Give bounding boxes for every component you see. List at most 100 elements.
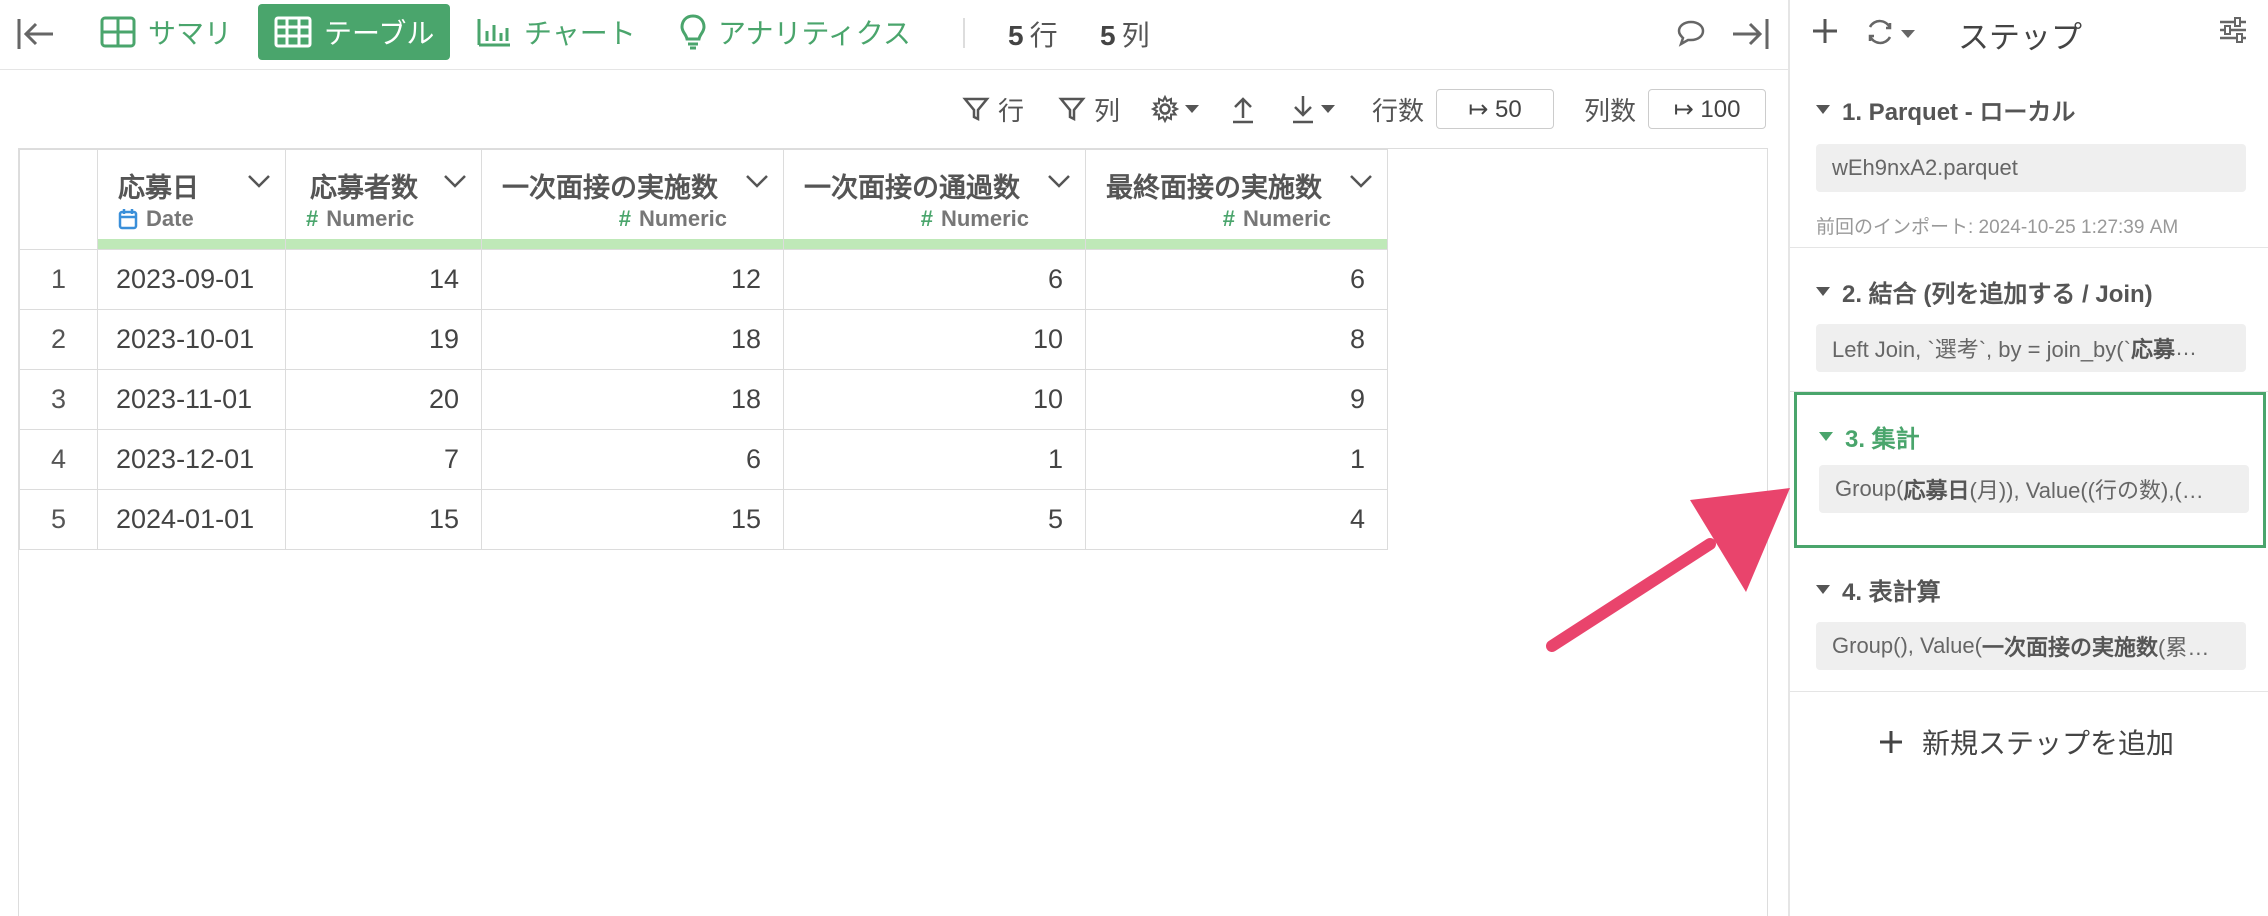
table-cell[interactable]: 2023-09-01 xyxy=(97,249,286,310)
column-name: 応募者数 xyxy=(310,173,418,203)
table-cell[interactable]: 20 xyxy=(285,369,482,430)
column-name: 一次面接の通過数 xyxy=(804,173,1020,203)
caret-down-icon xyxy=(1185,105,1199,113)
tab-analytics[interactable]: アナリティクス xyxy=(664,4,927,60)
column-filter-button[interactable]: 列 xyxy=(1058,86,1120,132)
table-cell[interactable]: 6 xyxy=(783,249,1086,310)
step-1[interactable]: 1. Parquet - ローカル wEh9nxA2.parquet 前回のイン… xyxy=(1790,66,2268,248)
table-cell[interactable]: 6 xyxy=(1085,249,1388,310)
calendar-icon xyxy=(118,209,138,230)
step-2[interactable]: 2. 結合 (列を追加する / Join) Left Join, `選考`, b… xyxy=(1790,248,2268,392)
chevron-down-icon[interactable] xyxy=(247,174,271,188)
tab-chart[interactable]: チャート xyxy=(460,4,652,60)
tab-table[interactable]: テーブル xyxy=(258,4,450,60)
table-cell[interactable]: 5 xyxy=(783,489,1086,550)
column-type: Date xyxy=(118,206,194,232)
collapse-left-icon[interactable] xyxy=(16,16,56,52)
table-row: 4 2023-12-01 7 6 1 1 xyxy=(19,429,1388,490)
step-detail[interactable]: Group(応募日 (月)), Value((行の数),(… xyxy=(1819,465,2249,513)
table-cell[interactable]: 8 xyxy=(1085,309,1388,370)
chevron-down-icon[interactable] xyxy=(1047,174,1071,188)
column-header-first-interview-count[interactable]: 一次面接の実施数 # Numeric xyxy=(481,149,784,250)
tab-summary-label: サマリ xyxy=(148,18,233,49)
column-type: # Numeric xyxy=(920,206,1029,231)
table-cell[interactable]: 2023-11-01 xyxy=(97,369,286,430)
table-cell[interactable]: 12 xyxy=(481,249,784,310)
column-header-applicants[interactable]: 応募者数 # Numeric xyxy=(285,149,482,250)
annotation-arrow-icon xyxy=(1546,488,1790,652)
steps-header: ステップ xyxy=(1790,0,2268,66)
step-3[interactable]: 3. 集計 Group(応募日 (月)), Value((行の数),(… xyxy=(1794,392,2266,548)
column-quality-bar xyxy=(286,239,481,249)
download-dropdown[interactable] xyxy=(1290,86,1336,132)
column-quality-bar xyxy=(482,239,783,249)
data-grid: 応募日 Date 応募者数 # Numeric 一次面接の実施数 # Numer… xyxy=(18,148,1768,916)
table-cell[interactable]: 18 xyxy=(481,309,784,370)
column-quality-bar xyxy=(1086,239,1387,249)
toolbar-divider xyxy=(963,18,965,48)
chevron-down-icon[interactable] xyxy=(443,174,467,188)
table-cell[interactable]: 15 xyxy=(285,489,482,550)
column-limit-input[interactable]: ↦ 100 xyxy=(1648,89,1767,129)
column-name: 応募日 xyxy=(118,173,199,203)
column-filter-label: 列 xyxy=(1094,95,1121,126)
data-table: 応募日 Date 応募者数 # Numeric 一次面接の実施数 # Numer… xyxy=(19,149,1388,550)
table-cell[interactable]: 2023-10-01 xyxy=(97,309,286,370)
table-cell[interactable]: 7 xyxy=(285,429,482,490)
table-cell[interactable]: 19 xyxy=(285,309,482,370)
table-cell[interactable]: 2023-12-01 xyxy=(97,429,286,490)
column-header-final-interview-count[interactable]: 最終面接の実施数 # Numeric xyxy=(1085,149,1388,250)
settings-dropdown[interactable] xyxy=(1150,86,1200,132)
step-title: 4. 表計算 xyxy=(1816,572,1941,607)
row-limit-control: 行数 ↦ 50 xyxy=(1372,86,1555,132)
chevron-down-icon[interactable] xyxy=(1349,174,1373,188)
step-title: 3. 集計 xyxy=(1819,419,1920,454)
column-header-first-interview-pass[interactable]: 一次面接の通過数 # Numeric xyxy=(783,149,1086,250)
column-count: 5列 xyxy=(1100,20,1150,51)
table-cell[interactable]: 9 xyxy=(1085,369,1388,430)
table-cell[interactable]: 1 xyxy=(1085,429,1388,490)
table-cell[interactable]: 4 xyxy=(1085,489,1388,550)
caret-down-icon[interactable] xyxy=(1900,28,1916,40)
settings-sliders-icon[interactable] xyxy=(2218,16,2248,44)
steps-sidebar: ステップ 1. Parquet - ローカル wEh9nxA2.parquet … xyxy=(1788,0,2268,916)
column-limit-label: 列数 xyxy=(1584,95,1637,126)
table-cell[interactable]: 2024-01-01 xyxy=(97,489,286,550)
upload-button[interactable] xyxy=(1230,86,1256,132)
table-cell[interactable]: 6 xyxy=(481,429,784,490)
step-detail[interactable]: wEh9nxA2.parquet xyxy=(1816,144,2246,192)
table-header-row: 応募日 Date 応募者数 # Numeric 一次面接の実施数 # Numer… xyxy=(19,149,1388,250)
filter-icon xyxy=(962,97,990,122)
download-icon xyxy=(1293,96,1313,124)
tab-summary[interactable]: サマリ xyxy=(84,4,248,60)
row-index: 3 xyxy=(19,369,98,430)
table-cell[interactable]: 14 xyxy=(285,249,482,310)
column-limit-control: 列数 ↦ 100 xyxy=(1584,86,1767,132)
add-icon[interactable] xyxy=(1810,16,1840,46)
collapse-right-icon[interactable] xyxy=(1730,16,1770,52)
column-name: 一次面接の実施数 xyxy=(502,173,718,203)
comment-icon[interactable] xyxy=(1676,18,1706,48)
table-row: 5 2024-01-01 15 15 5 4 xyxy=(19,489,1388,550)
column-header-application-date[interactable]: 応募日 Date xyxy=(97,149,286,250)
chevron-down-icon[interactable] xyxy=(745,174,769,188)
row-index: 2 xyxy=(19,309,98,370)
table-cell[interactable]: 10 xyxy=(783,369,1086,430)
row-limit-input[interactable]: ↦ 50 xyxy=(1436,89,1555,129)
steps-title: ステップ xyxy=(1958,20,2082,55)
step-4[interactable]: 4. 表計算 Group(), Value(一次面接の実施数 (累… xyxy=(1790,548,2268,692)
row-filter-label: 行 xyxy=(998,95,1025,126)
add-step-button[interactable]: 新規ステップを追加 xyxy=(1878,722,2174,762)
step-detail[interactable]: Group(), Value(一次面接の実施数 (累… xyxy=(1816,622,2246,670)
table-cell[interactable]: 15 xyxy=(481,489,784,550)
row-filter-button[interactable]: 行 xyxy=(962,86,1024,132)
refresh-icon[interactable] xyxy=(1864,16,1896,48)
step-detail[interactable]: Left Join, `選考`, by = join_by(` 応募… xyxy=(1816,324,2246,372)
table-cell[interactable]: 18 xyxy=(481,369,784,430)
caret-down-icon xyxy=(1816,287,1830,296)
step-import-timestamp: 前回のインポート: 2024-10-25 1:27:39 AM xyxy=(1816,217,2179,238)
table-cell[interactable]: 10 xyxy=(783,309,1086,370)
table-cell[interactable]: 1 xyxy=(783,429,1086,490)
column-quality-bar xyxy=(784,239,1085,249)
row-index: 4 xyxy=(19,429,98,490)
